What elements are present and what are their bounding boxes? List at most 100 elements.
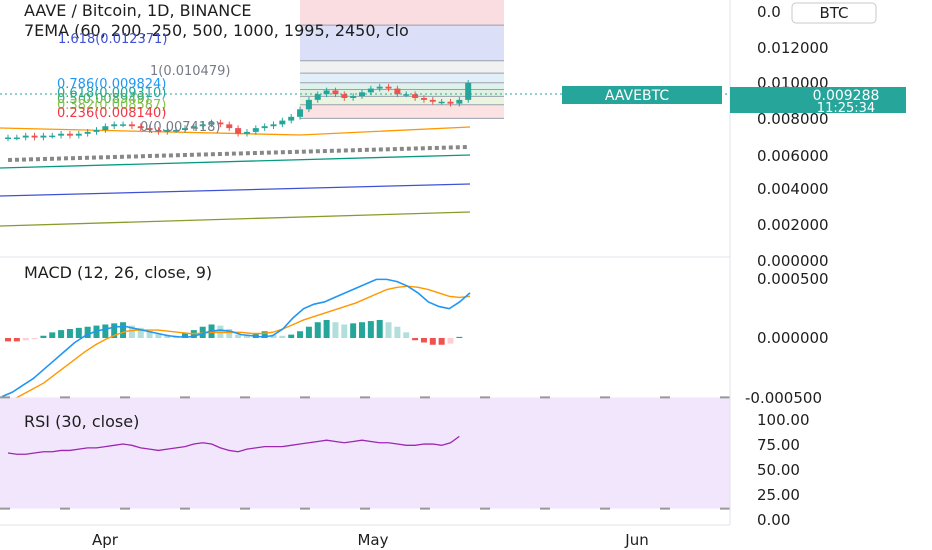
macd-lines (1, 278, 471, 405)
macd-histogram-bar (394, 326, 401, 338)
ema-lines (0, 126, 471, 227)
macd-histogram-bar (102, 324, 109, 338)
ema-line (0, 211, 471, 227)
macd-histogram-bar (66, 328, 73, 338)
macd-histogram-bar (31, 338, 38, 340)
candle-body (385, 86, 392, 89)
macd-histogram-bar (385, 322, 392, 338)
macd-histogram-bar (376, 319, 383, 338)
candle-body (279, 120, 286, 125)
candle-body (31, 135, 38, 138)
price-axis-tick-label: 0.006000 (757, 147, 829, 165)
macd-histogram-bar (40, 335, 47, 338)
time-axis-label: Apr (92, 531, 119, 549)
price-tag-countdown: 11:25:34 (817, 101, 875, 116)
macd-histogram-bar (447, 338, 454, 344)
rsi-axis-tick-label: 25.00 (757, 486, 800, 504)
price-axis-tick-label: 0.000000 (757, 252, 829, 270)
macd-histogram-bar (438, 338, 445, 345)
macd-histogram-bar (403, 332, 410, 338)
rsi-axis-tick-label: 50.00 (757, 461, 800, 479)
candle-body (93, 129, 100, 132)
ema-dotted-line (7, 145, 469, 162)
time-axis-label: Jun (624, 531, 648, 549)
fib-band (300, 104, 504, 119)
rsi-axis-tick-label: 0.00 (757, 511, 790, 529)
macd-histogram-bar (323, 319, 330, 338)
macd-histogram-bar (58, 330, 65, 338)
price-axis-tick-label: 0.002000 (757, 216, 829, 234)
macd-histogram-bar (22, 338, 29, 341)
candle-body (288, 116, 295, 121)
candle-body (420, 97, 427, 100)
chart-canvas[interactable]: AAVE / Bitcoin, 1D, BINANCE 7EMA (60, 20… (0, 0, 932, 550)
macd-histogram-bar (412, 338, 419, 341)
candle-body (111, 124, 118, 127)
candle-body (376, 86, 383, 89)
macd-histogram-bar (420, 338, 427, 343)
macd-axis-tick-label: 0.000000 (757, 329, 829, 347)
candle-body (75, 133, 82, 136)
candle-body (13, 137, 20, 140)
fib-band (300, 82, 504, 90)
candle-body (22, 135, 29, 138)
candle-body (128, 124, 135, 127)
candle-body (102, 126, 109, 130)
macd-histogram-bar (49, 332, 56, 338)
candle-body (429, 99, 436, 102)
macd-histogram-bar (288, 334, 295, 338)
macd-histogram-bar (279, 335, 286, 338)
fib-band (300, 96, 504, 105)
fibonacci-zone[interactable] (300, 0, 504, 119)
macd-label[interactable]: MACD (12, 26, close, 9) (24, 263, 212, 282)
candle-body (66, 133, 73, 136)
candle-body (350, 96, 357, 98)
macd-axis-tick-label: -0.000500 (745, 389, 822, 407)
macd-histogram-bar (314, 322, 321, 338)
candle-body (5, 137, 11, 140)
fib-level-labels: 1.618(0.012371)1(0.010479)0.786(0.009824… (57, 32, 230, 135)
price-axis-tick-label: 0.012000 (757, 39, 829, 57)
macd-histogram-bar (350, 323, 357, 338)
macd-histogram-bar (341, 324, 348, 338)
fib-band (300, 89, 504, 97)
candle-body (235, 128, 242, 134)
macd-histogram-bar (75, 327, 82, 338)
rsi-axis-tick-label: 100.00 (757, 411, 810, 429)
macd-histogram-bar (305, 326, 312, 338)
ema-line (0, 183, 471, 197)
candle-body (412, 94, 419, 98)
rsi-label[interactable]: RSI (30, close) (24, 412, 139, 431)
price-axis-tick-label: 0.004000 (757, 180, 829, 198)
time-axis[interactable]: Apr May Jun (92, 531, 649, 549)
candle-body (58, 133, 65, 136)
candle-body (456, 99, 463, 104)
macd-histogram-bar (5, 338, 11, 342)
macd-histogram-bar (13, 338, 20, 342)
candle-body (49, 135, 56, 138)
ema-line (0, 154, 471, 169)
candle-body (40, 135, 47, 138)
candle-body (120, 124, 127, 126)
price-axis-tick-label: 0.0 (757, 3, 781, 21)
macd-histogram-bar (297, 331, 304, 338)
symbol-label: AAVEBTC (605, 88, 669, 104)
macd-histogram-bar (429, 338, 436, 345)
candle-body (447, 101, 454, 104)
fib-band (300, 73, 504, 83)
fib-level-label: 0(0.007418) (140, 120, 220, 135)
candle-body (270, 124, 277, 127)
candle-body (314, 94, 321, 100)
candle-body (243, 131, 250, 134)
currency-badge-label: BTC (819, 4, 848, 22)
chart-title: AAVE / Bitcoin, 1D, BINANCE (24, 1, 252, 20)
candle-body (252, 128, 259, 132)
fib-level-label: 1.618(0.012371) (58, 32, 167, 47)
candle-body (305, 99, 312, 110)
candle-body (394, 88, 401, 95)
macd-histogram-bar (367, 321, 374, 338)
price-axis[interactable]: 0.00.0120000.0100000.0080000.0060000.004… (745, 3, 829, 529)
time-axis-label: May (357, 531, 388, 549)
candle-body (297, 109, 304, 117)
candle-body (261, 126, 268, 129)
